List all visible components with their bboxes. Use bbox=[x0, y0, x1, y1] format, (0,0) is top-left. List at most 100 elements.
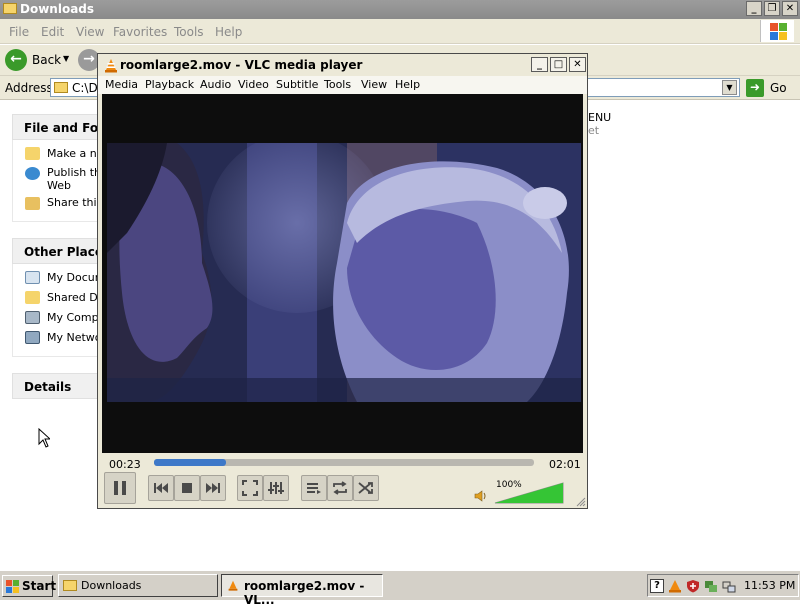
web-publish-icon bbox=[25, 167, 40, 180]
resize-grip-icon[interactable] bbox=[576, 497, 586, 507]
stop-icon bbox=[182, 483, 192, 493]
vlc-cone-icon bbox=[228, 580, 238, 591]
menu-edit[interactable]: Edit bbox=[41, 25, 64, 39]
taskbar-item-label: Downloads bbox=[81, 579, 142, 592]
shuffle-button[interactable] bbox=[353, 475, 379, 501]
system-tray: ? 11:53 PM bbox=[647, 574, 799, 597]
menu-tools[interactable]: Tools bbox=[174, 25, 204, 39]
video-frame bbox=[107, 143, 581, 402]
vlc-minimize-button[interactable]: _ bbox=[531, 57, 548, 72]
loop-button[interactable] bbox=[327, 475, 353, 501]
vlc-menu-media[interactable]: Media bbox=[105, 78, 138, 91]
stop-button[interactable] bbox=[174, 475, 200, 501]
network-tray-icon[interactable] bbox=[704, 579, 718, 593]
menu-help[interactable]: Help bbox=[215, 25, 242, 39]
task-make-new-folder[interactable]: Make a ne bbox=[47, 147, 103, 160]
fullscreen-icon bbox=[242, 480, 258, 496]
back-dropdown-icon[interactable]: ▼ bbox=[63, 54, 69, 63]
vlc-close-button[interactable]: ✕ bbox=[569, 57, 586, 72]
close-button[interactable]: ✕ bbox=[782, 1, 798, 16]
explorer-menu-bar: File Edit View Favorites Tools Help bbox=[0, 19, 800, 44]
shuffle-icon bbox=[358, 482, 373, 494]
start-button[interactable]: Start bbox=[2, 575, 57, 597]
new-folder-icon bbox=[25, 147, 40, 160]
task-publish-folder[interactable]: Publish thi bbox=[47, 166, 104, 179]
vlc-tray-icon[interactable] bbox=[668, 579, 682, 593]
go-button-label[interactable]: Go bbox=[770, 81, 787, 95]
minimize-button[interactable]: _ bbox=[746, 1, 762, 16]
place-my-network[interactable]: My Netwo bbox=[47, 331, 102, 344]
video-area[interactable] bbox=[102, 94, 583, 453]
vlc-menu-help[interactable]: Help bbox=[395, 78, 420, 91]
vlc-menu-video[interactable]: Video bbox=[238, 78, 269, 91]
vlc-maximize-button[interactable]: □ bbox=[550, 57, 567, 72]
loop-icon bbox=[333, 481, 347, 495]
vlc-menu-view[interactable]: View bbox=[361, 78, 387, 91]
folder-icon bbox=[54, 82, 68, 93]
seek-bar[interactable] bbox=[154, 459, 534, 466]
next-button[interactable] bbox=[200, 475, 226, 501]
folder-icon bbox=[63, 580, 77, 591]
my-computer-icon bbox=[25, 311, 40, 324]
vlc-window: roomlarge2.mov - VLC media player _ □ ✕ … bbox=[97, 53, 588, 509]
taskbar-item-downloads[interactable]: Downloads bbox=[58, 574, 218, 597]
menu-view[interactable]: View bbox=[76, 25, 104, 39]
windows-flag-icon bbox=[6, 580, 19, 593]
vlc-menu-subtitle[interactable]: Subtitle bbox=[276, 78, 318, 91]
explorer-title-bar[interactable]: Downloads _ ❐ ✕ bbox=[0, 0, 800, 19]
file-list-text-2: et bbox=[588, 124, 600, 137]
speaker-icon[interactable] bbox=[474, 490, 488, 502]
seek-bar-progress bbox=[154, 459, 227, 466]
vlc-cone-icon bbox=[105, 59, 117, 73]
clock: 11:53 PM bbox=[744, 579, 796, 592]
vlc-title-bar[interactable]: roomlarge2.mov - VLC media player _ □ ✕ bbox=[98, 54, 587, 76]
network-connection-icon[interactable] bbox=[722, 579, 736, 593]
file-list-fragment: ENU et bbox=[588, 111, 611, 137]
help-icon[interactable]: ? bbox=[650, 579, 664, 593]
file-list-text-1: ENU bbox=[588, 111, 612, 124]
extended-settings-button[interactable] bbox=[263, 475, 289, 501]
previous-icon bbox=[154, 483, 168, 493]
start-label: Start bbox=[22, 579, 57, 593]
back-arrow-icon[interactable]: ← bbox=[5, 49, 27, 71]
video-scene-image bbox=[107, 143, 581, 402]
go-arrow-icon[interactable]: ➜ bbox=[746, 79, 764, 97]
playlist-button[interactable] bbox=[301, 475, 327, 501]
task-share-folder[interactable]: Share this bbox=[47, 196, 102, 209]
vlc-menu-playback[interactable]: Playback bbox=[145, 78, 194, 91]
my-network-icon bbox=[25, 331, 40, 344]
total-time: 02:01 bbox=[549, 458, 581, 471]
playlist-icon bbox=[307, 483, 321, 494]
previous-button[interactable] bbox=[148, 475, 174, 501]
menu-file[interactable]: File bbox=[9, 25, 29, 39]
current-time: 00:23 bbox=[109, 458, 141, 471]
restore-button[interactable]: ❐ bbox=[764, 1, 780, 16]
address-dropdown-icon[interactable]: ▼ bbox=[722, 80, 737, 95]
place-shared-documents[interactable]: Shared Do bbox=[47, 291, 104, 304]
vlc-menu-bar: Media Playback Audio Video Subtitle Tool… bbox=[98, 76, 587, 94]
task-publish-web[interactable]: Web bbox=[47, 179, 71, 192]
equalizer-icon bbox=[268, 482, 284, 494]
shared-documents-icon bbox=[25, 291, 40, 304]
address-label: Address bbox=[5, 81, 53, 95]
explorer-title: Downloads bbox=[20, 2, 95, 16]
taskbar-item-label: roomlarge2.mov - VL... bbox=[244, 579, 365, 607]
back-button-label[interactable]: Back bbox=[32, 53, 61, 67]
vlc-menu-tools[interactable]: Tools bbox=[324, 78, 351, 91]
my-documents-icon bbox=[25, 271, 40, 284]
menu-favorites[interactable]: Favorites bbox=[113, 25, 167, 39]
share-folder-icon bbox=[25, 197, 40, 210]
mouse-pointer-icon bbox=[38, 428, 50, 448]
windows-logo-icon bbox=[760, 20, 794, 42]
folder-icon bbox=[3, 3, 17, 14]
volume-slider[interactable] bbox=[493, 481, 567, 505]
taskbar: Start Downloads roomlarge2.mov - VL... ?… bbox=[0, 570, 800, 607]
pause-button[interactable] bbox=[104, 472, 136, 504]
security-shield-icon[interactable] bbox=[686, 579, 700, 593]
pause-icon bbox=[114, 481, 126, 495]
vlc-menu-audio[interactable]: Audio bbox=[200, 78, 231, 91]
fullscreen-button[interactable] bbox=[237, 475, 263, 501]
next-icon bbox=[206, 483, 220, 493]
taskbar-item-vlc[interactable]: roomlarge2.mov - VL... bbox=[221, 574, 383, 607]
vlc-title: roomlarge2.mov - VLC media player bbox=[120, 58, 363, 72]
